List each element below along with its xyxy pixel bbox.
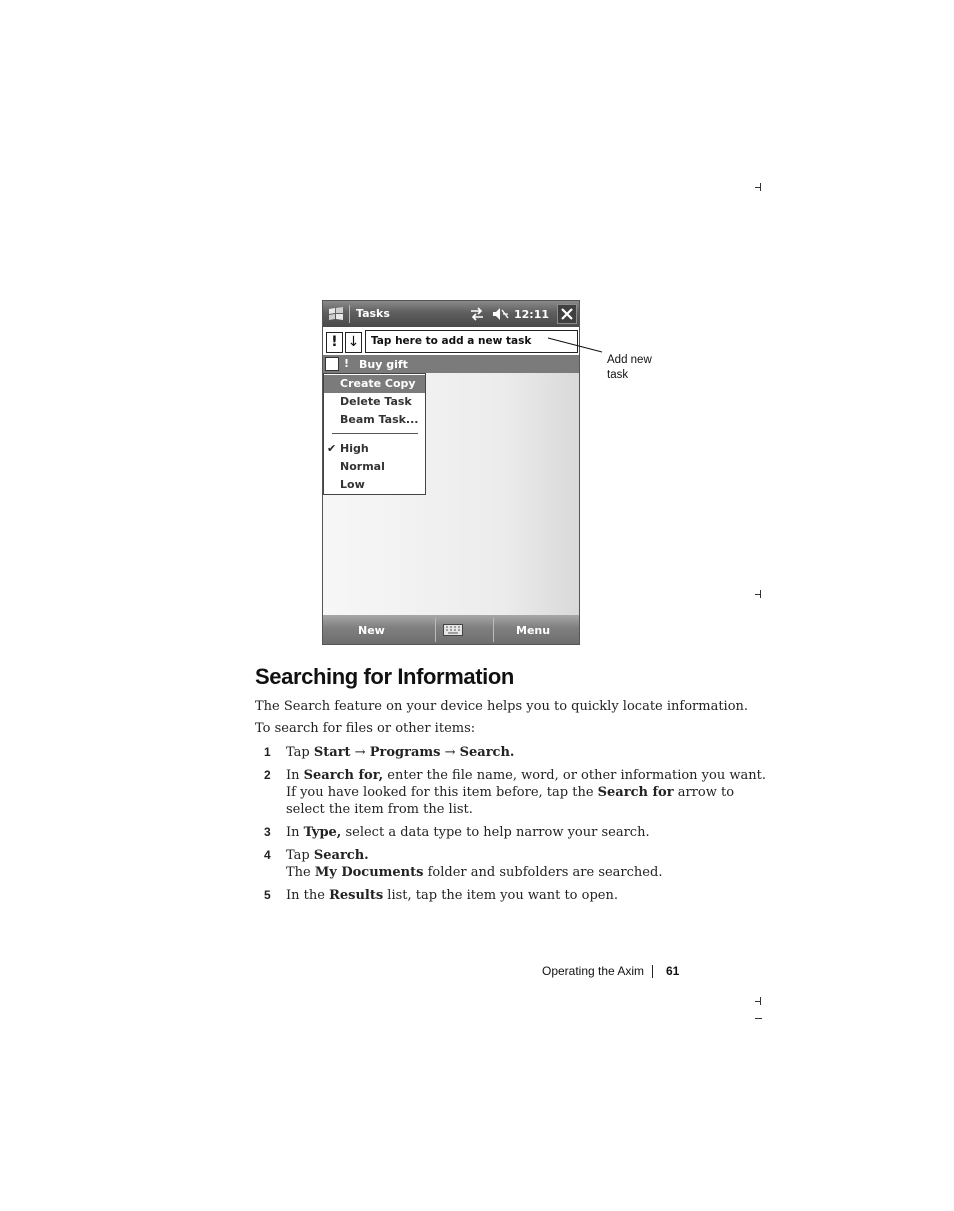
crop-mark [755, 182, 763, 192]
task-checkbox[interactable] [325, 357, 339, 371]
callout-line: task [607, 369, 629, 381]
menu-item-beam-task[interactable]: Beam Task... [324, 411, 425, 429]
menu-item-label: High [340, 442, 369, 455]
windows-flag-icon[interactable] [327, 305, 345, 323]
task-row[interactable]: ! Buy gift [323, 355, 579, 373]
ui-term: Search for, [303, 768, 384, 783]
command-separator [493, 618, 494, 642]
title-bar: Tasks 12:11 [323, 301, 579, 327]
step-text-run: The [286, 865, 315, 880]
speaker-muted-icon[interactable] [491, 306, 509, 322]
step-text: In the Results list, tap the item you wa… [286, 887, 618, 904]
step-number: 1 [264, 745, 271, 759]
footer-section-title: Operating the Axim [542, 964, 645, 978]
callout-line: Add new [607, 354, 652, 366]
step-text-run: Tap [286, 745, 314, 760]
step-number: 5 [264, 888, 271, 902]
ui-term: Results [329, 888, 384, 903]
clock-time[interactable]: 12:11 [514, 308, 549, 321]
context-menu: Create Copy Delete Task Beam Task... ✔ H… [323, 373, 426, 495]
step-text-run: arrow to [673, 785, 735, 800]
sort-order-button[interactable]: ↓ [345, 332, 362, 353]
crop-mark [755, 1018, 762, 1019]
ui-term: Programs [369, 745, 441, 760]
step-number: 4 [264, 848, 271, 862]
arrow-glyph: → [440, 745, 460, 760]
section-heading: Searching for Information [255, 664, 514, 689]
title-separator [349, 305, 350, 323]
callout-label: Add new task [607, 353, 677, 383]
pocketpc-tasks-screenshot: Tasks 12:11 ! ↓ Tap here to add a new ta… [322, 300, 580, 645]
lead-paragraph: To search for files or other items: [255, 721, 476, 736]
ui-term: Search for [597, 785, 674, 800]
sync-arrows-icon[interactable] [469, 306, 485, 322]
ui-term: Type, [303, 825, 342, 840]
new-softkey[interactable]: New [358, 624, 385, 637]
menu-item-create-copy[interactable]: Create Copy [324, 375, 425, 393]
crop-mark [755, 996, 763, 1006]
step-number: 2 [264, 768, 271, 782]
step-text-run: select the item from the list. [286, 802, 473, 817]
menu-item-normal[interactable]: Normal [324, 458, 425, 476]
step-text: In Search for, enter the file name, word… [286, 767, 766, 818]
page-number: 61 [666, 964, 680, 978]
step-text-run: If you have looked for this item before,… [286, 785, 598, 800]
intro-paragraph: The Search feature on your device helps … [255, 699, 749, 714]
step-text-run: select a data type to help narrow your s… [341, 825, 650, 840]
menu-item-delete-task[interactable]: Delete Task [324, 393, 425, 411]
step-text-run: list, tap the item you want to open. [383, 888, 618, 903]
ui-term: Start [313, 745, 351, 760]
step-text: Tap Start → Programs → Search. [286, 744, 514, 761]
menu-item-high[interactable]: ✔ High [324, 440, 425, 458]
step-text-run: In [286, 768, 304, 783]
menu-separator [332, 433, 418, 434]
step-text-run: In the [286, 888, 330, 903]
ui-term: My Documents [314, 865, 424, 880]
entry-bar: ! ↓ Tap here to add a new task [323, 327, 579, 355]
footer-divider [652, 965, 653, 978]
arrow-glyph: → [350, 745, 370, 760]
step-text-run: Tap [286, 848, 314, 863]
menu-item-low[interactable]: Low [324, 476, 425, 494]
callout-leader-line [547, 337, 603, 353]
command-bar: New Menu [323, 615, 579, 644]
priority-column-button[interactable]: ! [326, 332, 343, 353]
task-label: Buy gift [359, 358, 408, 371]
close-icon [561, 308, 573, 320]
checkmark-icon: ✔ [327, 442, 337, 455]
ui-term: Search. [313, 848, 369, 863]
close-button[interactable] [557, 304, 577, 324]
step-text: Tap Search. The My Documents folder and … [286, 847, 662, 881]
app-title: Tasks [356, 307, 390, 320]
keyboard-icon[interactable] [443, 624, 463, 636]
ui-term: Search. [459, 745, 515, 760]
step-text-run: enter the file name, word, or other info… [383, 768, 766, 783]
crop-mark [755, 589, 763, 599]
task-priority-marker: ! [344, 357, 350, 370]
step-text: In Type, select a data type to help narr… [286, 824, 650, 841]
command-separator [435, 618, 436, 642]
step-text-run: folder and subfolders are searched. [423, 865, 663, 880]
step-number: 3 [264, 825, 271, 839]
step-text-run: In [286, 825, 304, 840]
menu-softkey[interactable]: Menu [516, 624, 550, 637]
